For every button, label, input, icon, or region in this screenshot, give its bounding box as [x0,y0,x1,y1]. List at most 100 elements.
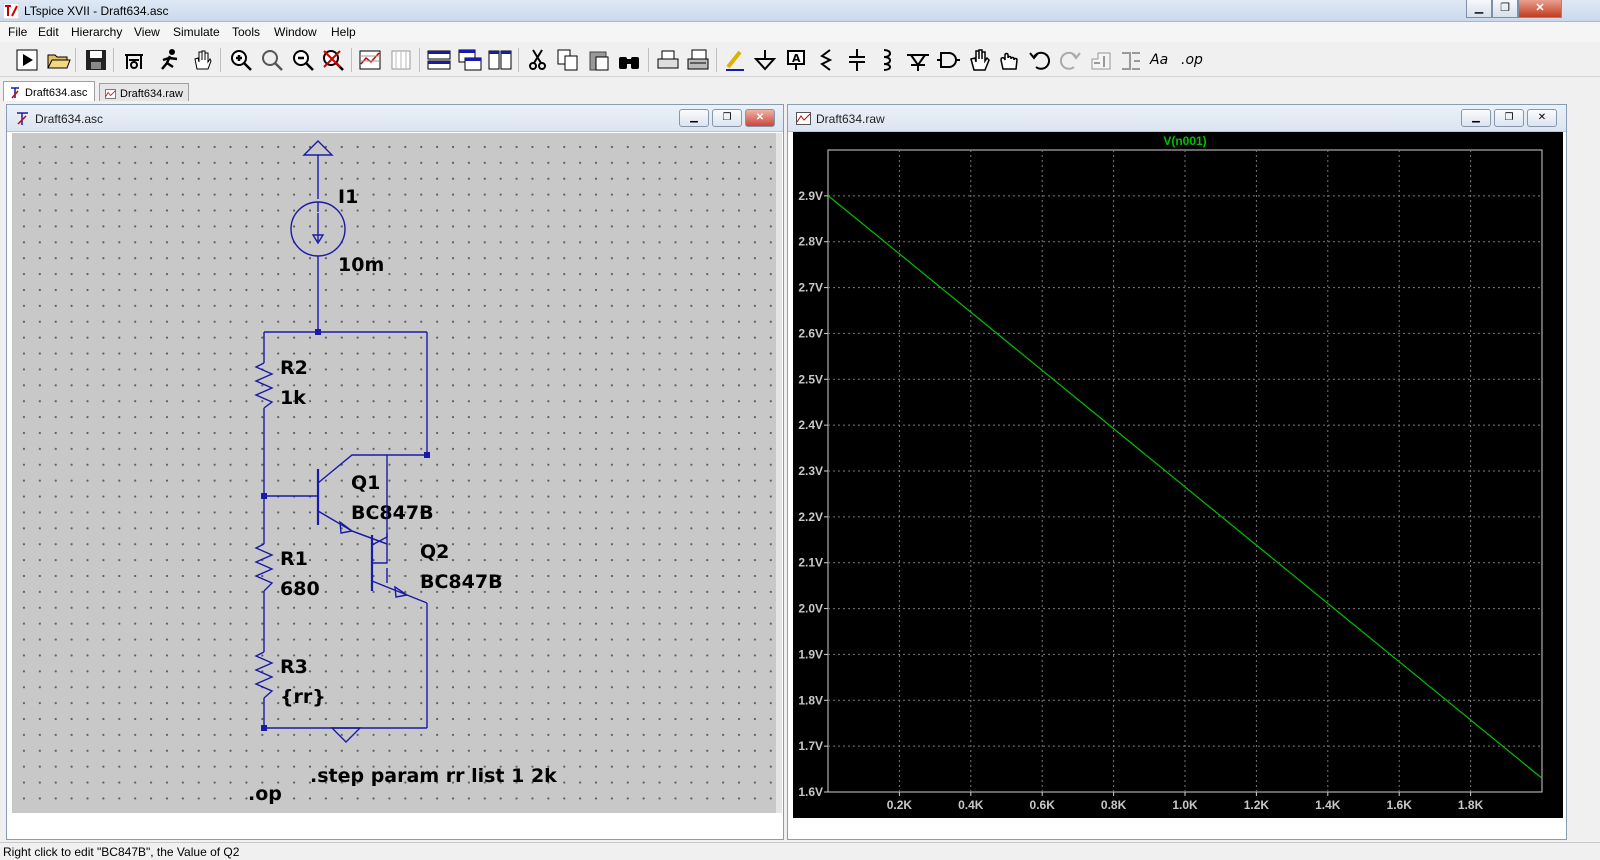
plot-pane[interactable]: V(n001) 0.2K 0.4K 0.6K 0.8K 1.0K 1.2K 1.4K 1.6K… [793,132,1563,818]
menu-tools[interactable]: Tools [232,25,260,39]
toolbar-separator [518,48,519,72]
spice-directive-icon[interactable]: .op [1181,52,1203,68]
y-tick-label: 2.3V [798,464,823,478]
diode-icon[interactable] [905,47,931,73]
component-icon[interactable] [935,47,961,73]
halt-icon[interactable] [157,47,183,73]
tab-waveform[interactable]: Draft634.raw [99,83,189,101]
y-tick-label: 2.2V [798,510,823,524]
transistor-q1[interactable] [316,454,388,546]
x-tick-label: 0.4K [958,798,984,812]
waveform-plot: V(n001) 0.2K 0.4K 0.6K 0.8K 1.0K 1.2K 1.4K 1.6K… [798,134,1543,812]
window-title: LTspice XVII - Draft634.asc [24,4,169,18]
toolbar-separator [419,48,420,72]
schematic-window-titlebar: Draft634.asc ▁ ❐ ✕ [7,105,783,132]
menu-simulate[interactable]: Simulate [173,25,220,39]
schematic-scrollbar[interactable] [776,133,782,813]
x-tick-label: 0.8K [1101,798,1127,812]
current-source-i1[interactable] [290,201,346,281]
schematic-wires [263,155,428,729]
tab-schematic[interactable]: Draft634.asc [3,81,95,101]
zoom-area-icon[interactable] [259,47,285,73]
resistor-r3-icon[interactable] [254,651,274,699]
x-tick-label: 1.6K [1387,798,1413,812]
maximize-button[interactable]: ❐ [1492,0,1518,18]
waveform-minimize-button[interactable]: ▁ [1461,109,1491,127]
toolbar-separator [220,48,221,72]
trace-label[interactable]: V(n001) [1163,134,1206,148]
zoom-fit-icon[interactable] [320,47,346,73]
menu-window[interactable]: Window [274,25,317,39]
q2-value: BC847B [420,571,503,593]
run-icon[interactable] [14,47,40,73]
waveform-close-button[interactable]: ✕ [1527,109,1557,127]
x-tick-label: 1.4K [1315,798,1341,812]
menu-view[interactable]: View [134,25,160,39]
capacitor-icon[interactable] [844,47,870,73]
undo-icon[interactable] [1027,47,1053,73]
zoom-in-icon[interactable] [228,47,254,73]
schematic-canvas[interactable]: I1 10m R2 1k Q1 BC847B Q2 BC847B R1 680 [12,133,776,813]
r2-value: 1k [280,387,306,409]
cascade-icon[interactable] [457,47,483,73]
rotate-icon[interactable] [1088,47,1114,73]
close-button[interactable]: ✕ [1518,0,1562,18]
ground-icon[interactable] [752,47,778,73]
plot-grid [828,150,1542,792]
zoom-out-icon[interactable] [290,47,316,73]
waveform-maximize-button[interactable]: ❐ [1494,109,1524,127]
i1-value: 10m [338,254,384,276]
schematic-close-button[interactable]: ✕ [745,109,775,127]
redo-icon[interactable] [1057,47,1083,73]
x-tick-label: 1.2K [1244,798,1270,812]
tab-waveform-label: Draft634.raw [120,87,183,100]
paste-icon[interactable] [586,47,612,73]
control-panel-icon[interactable] [121,47,147,73]
menu-hierarchy[interactable]: Hierarchy [71,25,122,39]
step-directive[interactable]: .step param rr list 1 2k [310,765,557,787]
wire-icon[interactable] [722,47,748,73]
autorange-icon[interactable] [357,47,383,73]
tile-vertical-icon[interactable] [487,47,513,73]
tile-horizontal-icon[interactable] [426,47,452,73]
toolbar-separator [75,48,76,72]
drag-icon[interactable] [996,47,1022,73]
find-icon[interactable] [616,47,642,73]
pan-icon[interactable] [189,47,215,73]
transistor-q2[interactable] [370,479,428,604]
toolbar-separator [113,48,114,72]
q2-name: Q2 [420,541,449,563]
inductor-icon[interactable] [874,47,900,73]
y-tick-label: 2.6V [798,326,823,340]
resistor-r2-icon[interactable] [254,362,274,409]
op-directive[interactable]: .op [248,783,282,805]
print-icon[interactable] [685,47,711,73]
move-icon[interactable] [966,47,992,73]
text-icon[interactable]: Aa [1150,52,1168,68]
r1-name: R1 [280,548,308,570]
mirror-icon[interactable] [1118,47,1144,73]
minimize-button[interactable]: ▁ [1466,0,1492,18]
resistor-r1-icon[interactable] [254,543,274,592]
x-tick-label: 0.6K [1030,798,1056,812]
q1-name: Q1 [351,472,380,494]
plot-settings-icon[interactable] [388,47,414,73]
tab-schematic-label: Draft634.asc [25,86,88,99]
menu-help[interactable]: Help [331,25,356,39]
r3-value: {rr} [280,686,326,708]
menu-edit[interactable]: Edit [38,25,59,39]
junction-dot [261,493,267,499]
print-setup-icon[interactable] [655,47,681,73]
y-tick-label: 1.7V [798,739,823,753]
copy-icon[interactable] [555,47,581,73]
y-tick-label: 2.1V [798,556,823,570]
label-net-icon[interactable]: A [783,47,809,73]
ltspice-app-icon [3,3,19,19]
menu-file[interactable]: File [8,25,27,39]
save-icon[interactable] [83,47,109,73]
schematic-minimize-button[interactable]: ▁ [679,109,709,127]
open-icon[interactable] [45,47,71,73]
resistor-icon[interactable] [813,47,839,73]
cut-icon[interactable] [525,47,551,73]
schematic-maximize-button[interactable]: ❐ [712,109,742,127]
